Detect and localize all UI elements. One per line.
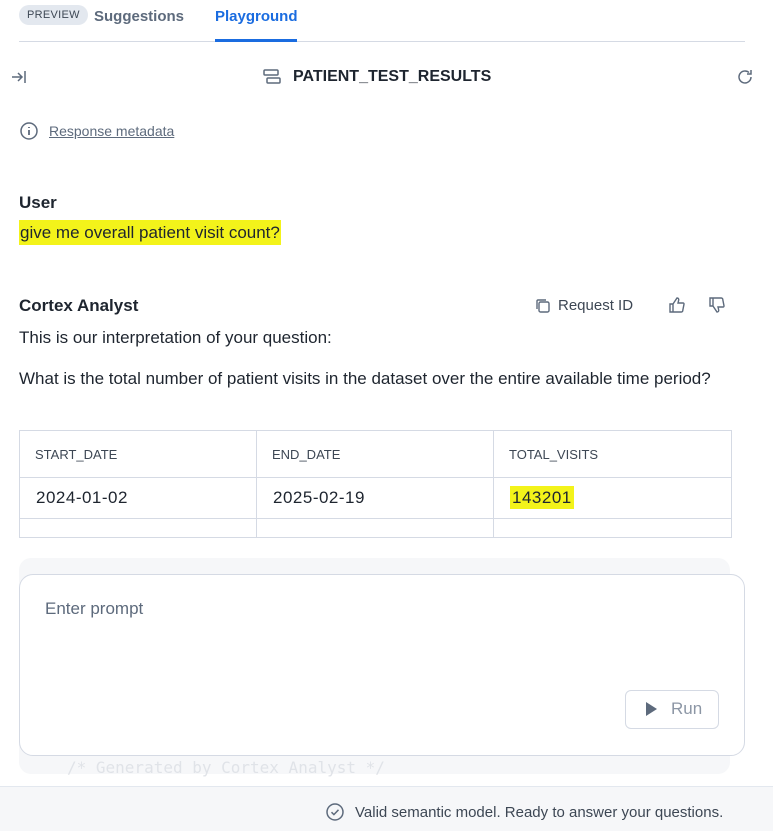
interpretation-text: What is the total number of patient visi… bbox=[19, 369, 711, 388]
refresh-icon[interactable] bbox=[736, 68, 754, 91]
table-row-empty bbox=[19, 518, 732, 538]
results-table: START_DATE END_DATE TOTAL_VISITS 2024-01… bbox=[19, 430, 732, 538]
column-header[interactable]: START_DATE bbox=[19, 430, 257, 478]
collapse-panel-icon[interactable] bbox=[10, 68, 28, 91]
response-metadata-link[interactable]: Response metadata bbox=[49, 123, 174, 139]
tab-playground[interactable]: Playground bbox=[215, 8, 298, 25]
table-cell: 2025-02-19 bbox=[256, 477, 494, 519]
table-cell: 143201 bbox=[493, 477, 732, 519]
table-row: 2024-01-02 2025-02-19 143201 bbox=[19, 477, 732, 519]
header: PATIENT_TEST_RESULTS bbox=[0, 60, 773, 94]
info-icon bbox=[20, 122, 38, 140]
status-bar: Valid semantic model. Ready to answer yo… bbox=[0, 786, 773, 831]
run-label: Run bbox=[671, 699, 703, 718]
user-message: give me overall patient visit count? bbox=[19, 220, 281, 245]
tab-bar: PREVIEW Suggestions Playground bbox=[19, 0, 745, 42]
run-button[interactable]: Run bbox=[625, 690, 719, 729]
table-cell bbox=[19, 518, 257, 538]
check-circle-icon bbox=[326, 803, 344, 821]
table-header-row: START_DATE END_DATE TOTAL_VISITS bbox=[19, 430, 732, 478]
request-id-label: Request ID bbox=[558, 297, 634, 314]
user-label: User bbox=[19, 193, 57, 212]
interpretation-intro: This is our interpretation of your quest… bbox=[19, 328, 332, 347]
table-cell bbox=[493, 518, 732, 538]
highlighted-total: 143201 bbox=[510, 486, 574, 509]
analyst-label: Cortex Analyst bbox=[19, 296, 139, 315]
table-icon bbox=[263, 69, 281, 90]
copy-icon bbox=[536, 299, 550, 313]
prompt-input[interactable]: Enter prompt bbox=[45, 599, 143, 619]
thumbs-up-icon[interactable] bbox=[668, 296, 686, 319]
column-header[interactable]: TOTAL_VISITS bbox=[493, 430, 732, 478]
sql-comment: /* Generated by Cortex Analyst */ bbox=[67, 758, 385, 777]
prompt-box[interactable]: Enter prompt Run bbox=[19, 574, 745, 756]
table-cell bbox=[256, 518, 494, 538]
column-header[interactable]: END_DATE bbox=[256, 430, 494, 478]
play-icon bbox=[646, 702, 657, 716]
table-cell: 2024-01-02 bbox=[19, 477, 257, 519]
status-message: Valid semantic model. Ready to answer yo… bbox=[355, 804, 724, 821]
thumbs-down-icon[interactable] bbox=[708, 296, 726, 319]
page-title: PATIENT_TEST_RESULTS bbox=[293, 68, 492, 85]
preview-badge: PREVIEW bbox=[19, 5, 88, 25]
tab-suggestions[interactable]: Suggestions bbox=[94, 8, 184, 25]
active-tab-indicator bbox=[215, 39, 297, 42]
